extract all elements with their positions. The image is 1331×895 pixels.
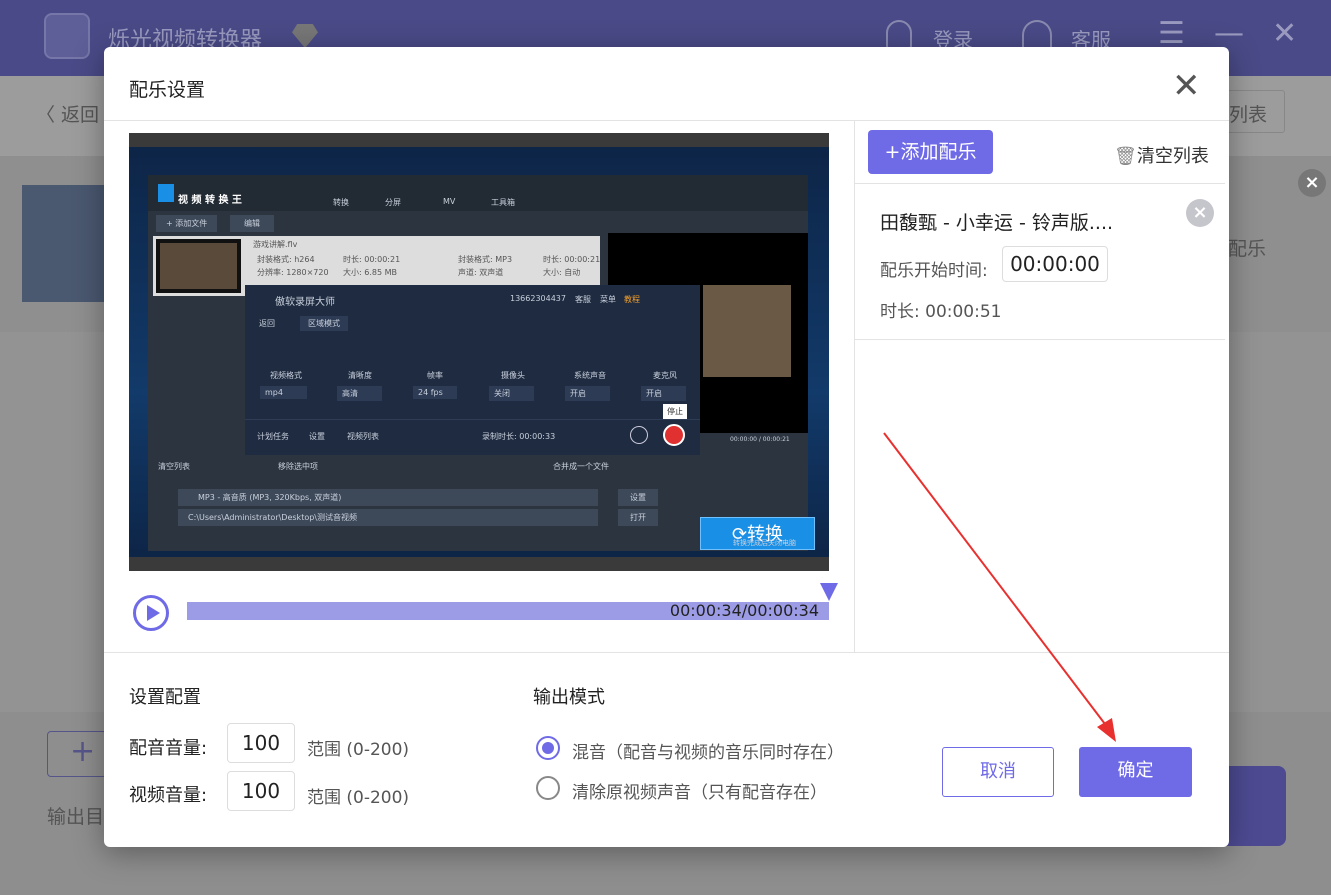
annotation-arrow-icon	[883, 432, 1116, 742]
